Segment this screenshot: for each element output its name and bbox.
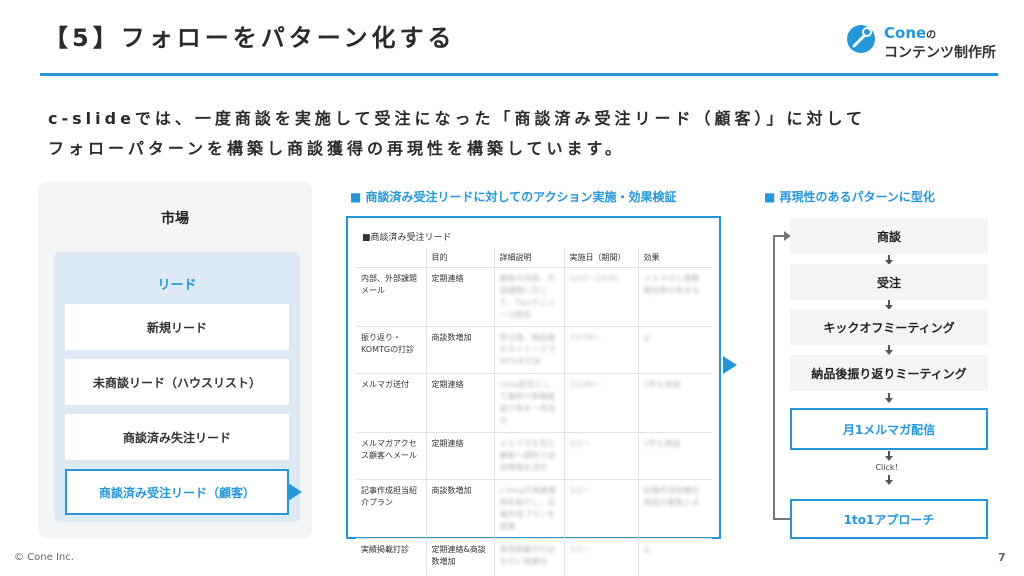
arrow-down-icon bbox=[884, 475, 894, 485]
table-cell: 12/26〜 bbox=[564, 373, 639, 433]
logo-subtitle: コンテンツ制作所 bbox=[884, 45, 996, 61]
table-header bbox=[356, 248, 427, 268]
intro-line-1: c-slideでは、一度商談を実施して受注になった「商談済み受注リード（顧客）」… bbox=[48, 109, 866, 128]
arrow-right-icon bbox=[723, 356, 737, 374]
market-panel: 市場 リード 新規リード 未商談リード（ハウスリスト） 商談済み失注リード 商談… bbox=[38, 182, 312, 538]
table-cell: 内部、外部課題メール bbox=[356, 267, 427, 327]
table-cell: 定期連絡 bbox=[426, 373, 495, 433]
table-cell: 1件も商談 bbox=[638, 373, 712, 433]
table-row: 内部、外部課題メール 定期連絡 顧客の内部、外部課題に応じて、Tipsやニュース… bbox=[356, 267, 712, 327]
table-cell: 1件も商談 bbox=[638, 432, 712, 480]
title-divider bbox=[40, 73, 998, 76]
table-cell: 12/2〜12/31 bbox=[564, 267, 639, 327]
intro-text: c-slideでは、一度商談を実施して受注になった「商談済み受注リード（顧客）」… bbox=[48, 104, 988, 164]
table-cell: メルマガ送付 bbox=[356, 373, 427, 433]
table-row: メルマガ送付 定期連絡 cone配信として事例や新機能紹介等を一斉送付 12/2… bbox=[356, 373, 712, 433]
loop-line bbox=[773, 518, 790, 520]
table-cell: cone配信として事例や新機能紹介等を一斉送付 bbox=[494, 373, 565, 433]
table-cell: 商談数増加 bbox=[426, 479, 495, 539]
flow-step-kickoff: キックオフミーティング bbox=[790, 309, 988, 345]
cone-logo: Coneの コンテンツ制作所 bbox=[846, 22, 1006, 68]
table-row: メルマガアクセス顧客へメール 定期連絡 メルマガを見た顧客へ個別で追加情報を送付… bbox=[356, 432, 712, 480]
table-cell: ◎ bbox=[638, 326, 712, 374]
page-number: 7 bbox=[998, 551, 1006, 564]
table-header: 実施日（期間） bbox=[564, 248, 639, 268]
table-cell: 定期連絡&商談数増加 bbox=[426, 538, 495, 576]
lead-title: リード bbox=[157, 278, 197, 293]
action-table: 目的 詳細説明 実施日（期間） 効果 内部、外部課題メール 定期連絡 顧客の内部… bbox=[356, 248, 712, 576]
table-caption: ■商談済み受注リード bbox=[362, 233, 452, 243]
flow-step-review: 納品後振り返りミーティング bbox=[790, 355, 988, 391]
table-cell: 12/18〜 bbox=[564, 326, 639, 374]
table-row: 振り返り・KOMTGの打診 商談数増加 受注後、納品後のタイミングでMTGを打診… bbox=[356, 326, 712, 374]
table-row: 実績掲載打診 定期連絡&商談数増加 事例掲載の打診を行い実績化 1/2〜 ◎ bbox=[356, 538, 712, 576]
table-cell: c-blogの実績事例を紹介し、記事作成プランを提案 bbox=[494, 479, 565, 539]
table-cell: 実績掲載打診 bbox=[356, 538, 427, 576]
lead-item-new: 新規リード bbox=[65, 304, 289, 350]
table-header-row: 目的 詳細説明 実施日（期間） 効果 bbox=[356, 248, 712, 268]
table-cell: 定期連絡 bbox=[426, 267, 495, 327]
copyright: © Cone Inc. bbox=[14, 552, 74, 563]
logo-brand-name: Cone bbox=[884, 24, 927, 42]
flow-step-one-to-one: 1to1アプローチ bbox=[790, 499, 988, 539]
flow-step-newsletter: 月1メルマガ配信 bbox=[790, 408, 988, 450]
flow-step-meeting: 商談 bbox=[790, 218, 988, 254]
table-cell: 記事作成依頼の相談が複数入る bbox=[638, 479, 712, 539]
table-cell: 記事作成担当紹介プラン bbox=[356, 479, 427, 539]
table-cell: 1/2〜 bbox=[564, 479, 639, 539]
pattern-heading: ■ 再現性のあるパターンに型化 bbox=[764, 190, 935, 204]
market-title: 市場 bbox=[161, 211, 189, 227]
table-cell: 1/2〜 bbox=[564, 432, 639, 480]
lead-item-lost: 商談済み失注リード bbox=[65, 414, 289, 460]
click-label: Click！ bbox=[875, 463, 903, 472]
loop-line bbox=[773, 235, 775, 519]
arrow-down-icon bbox=[884, 393, 894, 403]
arrow-down-icon bbox=[884, 345, 894, 355]
lead-item-house-list: 未商談リード（ハウスリスト） bbox=[65, 359, 289, 405]
cone-logo-icon bbox=[847, 25, 875, 53]
lead-panel: リード 新規リード 未商談リード（ハウスリスト） 商談済み失注リード 商談済み受… bbox=[54, 252, 300, 522]
table-cell: 定期連絡 bbox=[426, 432, 495, 480]
table-row: 記事作成担当紹介プラン 商談数増加 c-blogの実績事例を紹介し、記事作成プラ… bbox=[356, 479, 712, 539]
page-title: 【5】フォローをパターン化する bbox=[44, 24, 456, 52]
lead-item-customer: 商談済み受注リード（顧客） bbox=[65, 469, 289, 515]
table-cell: メルマガを見た顧客へ個別で追加情報を送付 bbox=[494, 432, 565, 480]
table-cell: ◎ bbox=[638, 538, 712, 576]
table-header: 詳細説明 bbox=[494, 248, 565, 268]
arrow-right-icon bbox=[288, 483, 302, 501]
logo-brand-suffix: の bbox=[926, 30, 937, 41]
flow-step-order: 受注 bbox=[790, 264, 988, 300]
table-cell: 1/2〜 bbox=[564, 538, 639, 576]
table-cell: 振り返り・KOMTGの打診 bbox=[356, 326, 427, 374]
table-cell: メルマガアクセス顧客へメール bbox=[356, 432, 427, 480]
table-header: 効果 bbox=[638, 248, 712, 268]
action-table-frame: ■商談済み受注リード 目的 詳細説明 実施日（期間） 効果 内部、外部課題メール… bbox=[346, 216, 721, 576]
table-header: 目的 bbox=[426, 248, 495, 268]
table-cell: 受注後、納品後のタイミングでMTGを打診 bbox=[494, 326, 565, 374]
table-cell: 顧客の内部、外部課題に応じて、Tipsやニュース配信 bbox=[494, 267, 565, 327]
table-cell: 事例掲載の打診を行い実績化 bbox=[494, 538, 565, 576]
action-heading: ■ 商談済み受注リードに対してのアクション実施・効果検証 bbox=[350, 190, 677, 204]
table-cell: 商談数増加 bbox=[426, 326, 495, 374]
intro-line-2: フォローパターンを構築し商談獲得の再現性を構築しています。 bbox=[48, 139, 625, 158]
arrow-down-icon bbox=[884, 451, 894, 461]
table-cell: メルマガと連動開封率が高まる bbox=[638, 267, 712, 327]
